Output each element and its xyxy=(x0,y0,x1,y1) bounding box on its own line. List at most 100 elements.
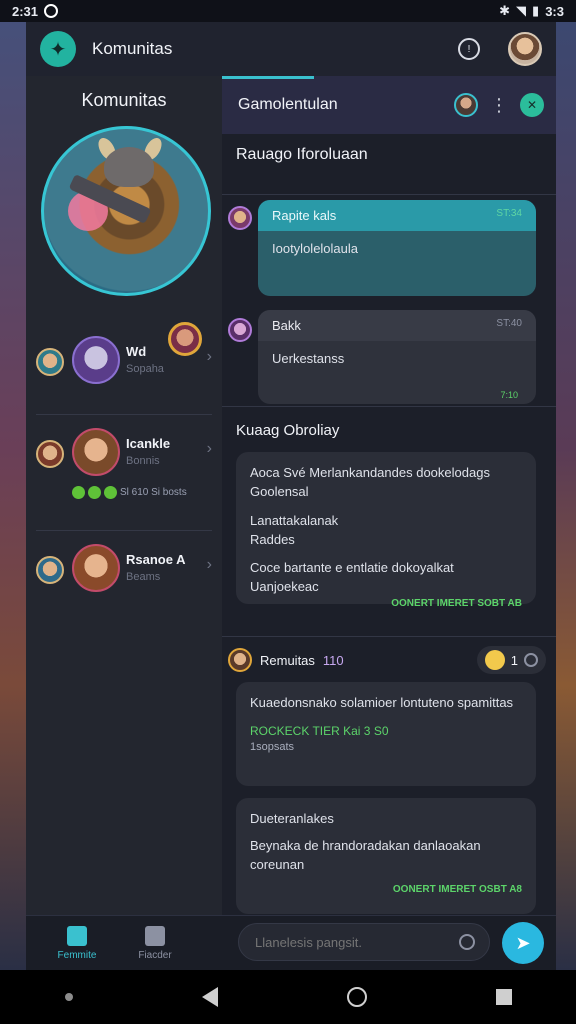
card-footer: OONERT IMERET OSBT A8 xyxy=(392,883,522,895)
friend-status: Bonnis xyxy=(126,455,160,467)
hero-helmet xyxy=(104,147,154,187)
battery-icon: ▮ xyxy=(532,3,540,18)
reaction-bar[interactable]: 1 xyxy=(476,646,546,674)
send-icon: ➤ xyxy=(515,932,531,953)
system-nav-bar xyxy=(0,970,576,1024)
status-time: 2:31 xyxy=(12,3,39,19)
section-title: Kuaag Obroliay xyxy=(236,422,340,439)
message-bubble[interactable]: Rapite kals ST:34 Iootylolelolaula xyxy=(258,200,536,296)
chevron-right-icon: › xyxy=(206,440,212,457)
nav-label: Femmite xyxy=(57,949,97,961)
card-text: Beynaka de hrandoradakan danlaoakan core… xyxy=(250,837,481,872)
friend-extras: Sl 610 Si bosts xyxy=(72,486,187,499)
status-dot-icon xyxy=(88,486,101,499)
message-card[interactable]: Kuaedonsnako solamioer lontuteno spamitt… xyxy=(236,682,536,786)
group-menu-icon[interactable]: ✕ xyxy=(520,93,544,117)
bottom-nav: Femmite Fiacder ➤ xyxy=(26,915,556,970)
friend-item[interactable]: Wd Sopaha › xyxy=(36,336,212,426)
home-button-icon[interactable] xyxy=(346,987,367,1007)
friend-avatar xyxy=(72,336,120,384)
nav-friends[interactable]: Fiacder xyxy=(128,925,182,961)
message-avatar[interactable] xyxy=(228,318,252,342)
message-input[interactable] xyxy=(253,933,459,951)
sidebar-heading: Komunitas xyxy=(81,90,167,110)
message-header: Bakk ST:40 xyxy=(258,310,536,341)
friend-status: Beams xyxy=(126,571,161,583)
member-avatar[interactable] xyxy=(454,93,478,117)
divider xyxy=(36,530,212,531)
post-card[interactable]: Aoca Své Merlankandandes dookelodags Goo… xyxy=(236,452,536,609)
friend-avatar xyxy=(72,544,120,592)
status-bar: 2:31 ✱ ◥ ▮ 3:3 xyxy=(0,0,576,22)
nav-home[interactable]: Femmite xyxy=(50,925,104,961)
community-avatar xyxy=(228,648,252,672)
more-options-icon[interactable]: ⋮ xyxy=(490,96,508,114)
card-text: Kuaedonsnako solamioer lontuteno spamitt… xyxy=(250,695,514,710)
community-sidebar: Komunitas Wd Sopaha › Icankle Bonnis › S… xyxy=(26,76,222,916)
notification-bell-icon[interactable]: ! xyxy=(458,38,480,60)
community-row[interactable]: Remuitas 110 1 xyxy=(228,646,546,674)
notification-icon xyxy=(44,4,59,18)
card-title: Dueteranlakes xyxy=(250,811,334,826)
app-logo-icon[interactable]: ✦ xyxy=(40,31,76,67)
divider xyxy=(222,406,556,407)
card-highlight: ROCKECK TIER Kai 3 S0 xyxy=(250,723,389,738)
tab-chat[interactable]: Gamolentulan xyxy=(238,96,454,114)
send-button[interactable]: ➤ xyxy=(502,922,544,964)
tab-indicator xyxy=(222,76,314,79)
message-header: Rapite kals ST:34 xyxy=(258,200,536,231)
friend-item[interactable]: Rsanoe A Beams › xyxy=(36,544,212,634)
assistant-dot-icon[interactable] xyxy=(64,993,73,1001)
wifi-icon: ◥ xyxy=(516,3,527,18)
app-bar: ✦ Komunitas ! xyxy=(26,22,556,77)
friend-status: Sopaha xyxy=(126,363,164,375)
post-footer: OONERT IMERET SOBT AB xyxy=(391,598,522,610)
divider xyxy=(222,194,556,195)
message-time: ST:40 xyxy=(496,318,522,329)
message-input-wrap xyxy=(238,923,490,961)
nav-label: Fiacder xyxy=(138,949,172,961)
card-sub: 1sopsats xyxy=(250,741,295,754)
friend-name: Rsanoe A xyxy=(126,552,186,567)
message-card[interactable]: Dueteranlakes Beynaka de hrandoradakan d… xyxy=(236,798,536,914)
friend-small-avatar xyxy=(36,348,64,376)
post-line: Aoca Své Merlankandandes dookelodags Goo… xyxy=(250,465,490,499)
friend-extra-text: Sl 610 Si bosts xyxy=(120,487,187,498)
smile-emoji-icon[interactable] xyxy=(484,650,505,670)
divider xyxy=(222,636,556,637)
chevron-right-icon: › xyxy=(206,348,212,365)
message-sender: Rapite kals xyxy=(272,208,337,223)
message-meta: 7:10 xyxy=(500,390,518,400)
friend-name: Icankle xyxy=(126,436,171,451)
user-avatar[interactable] xyxy=(508,32,542,66)
back-icon[interactable] xyxy=(201,987,218,1007)
recents-icon[interactable] xyxy=(495,989,512,1005)
add-reaction-icon[interactable] xyxy=(524,653,538,667)
home-icon xyxy=(67,925,87,946)
hero-avatar[interactable] xyxy=(41,126,211,296)
chat-panel: Gamolentulan ⋮ ✕ Rauago Iforoluaan Rapit… xyxy=(222,76,556,916)
chevron-right-icon: › xyxy=(206,556,212,573)
message-avatar[interactable] xyxy=(228,206,252,230)
community-count: 110 xyxy=(322,652,344,668)
people-icon xyxy=(145,925,165,946)
message-text: Uerkestanss xyxy=(272,351,345,366)
friend-small-avatar xyxy=(36,556,64,584)
post-line: Raddes xyxy=(250,531,295,547)
status-battery: 3:3 xyxy=(545,3,564,19)
reaction-count: 1 xyxy=(510,652,518,668)
status-dot-icon xyxy=(72,486,85,499)
status-dot-icon xyxy=(104,486,117,499)
message-bubble[interactable]: Bakk ST:40 Uerkestanss 7:10 xyxy=(258,310,536,404)
friend-small-avatar xyxy=(36,440,64,468)
bluetooth-icon: ✱ xyxy=(499,3,511,18)
emoji-picker-icon[interactable] xyxy=(459,934,475,950)
friend-item[interactable]: Icankle Bonnis › Sl 610 Si bosts xyxy=(36,428,212,518)
app-title: Komunitas xyxy=(92,39,173,58)
app-window: ✦ Komunitas ! Komunitas Wd Sopaha › Ican… xyxy=(26,22,556,970)
post-line: Lanattakalanak xyxy=(250,512,339,528)
divider xyxy=(36,414,212,415)
room-title: Rauago Iforoluaan xyxy=(236,146,368,163)
community-label: Remuitas xyxy=(260,652,315,668)
message-text: Iootylolelolaula xyxy=(272,241,359,256)
